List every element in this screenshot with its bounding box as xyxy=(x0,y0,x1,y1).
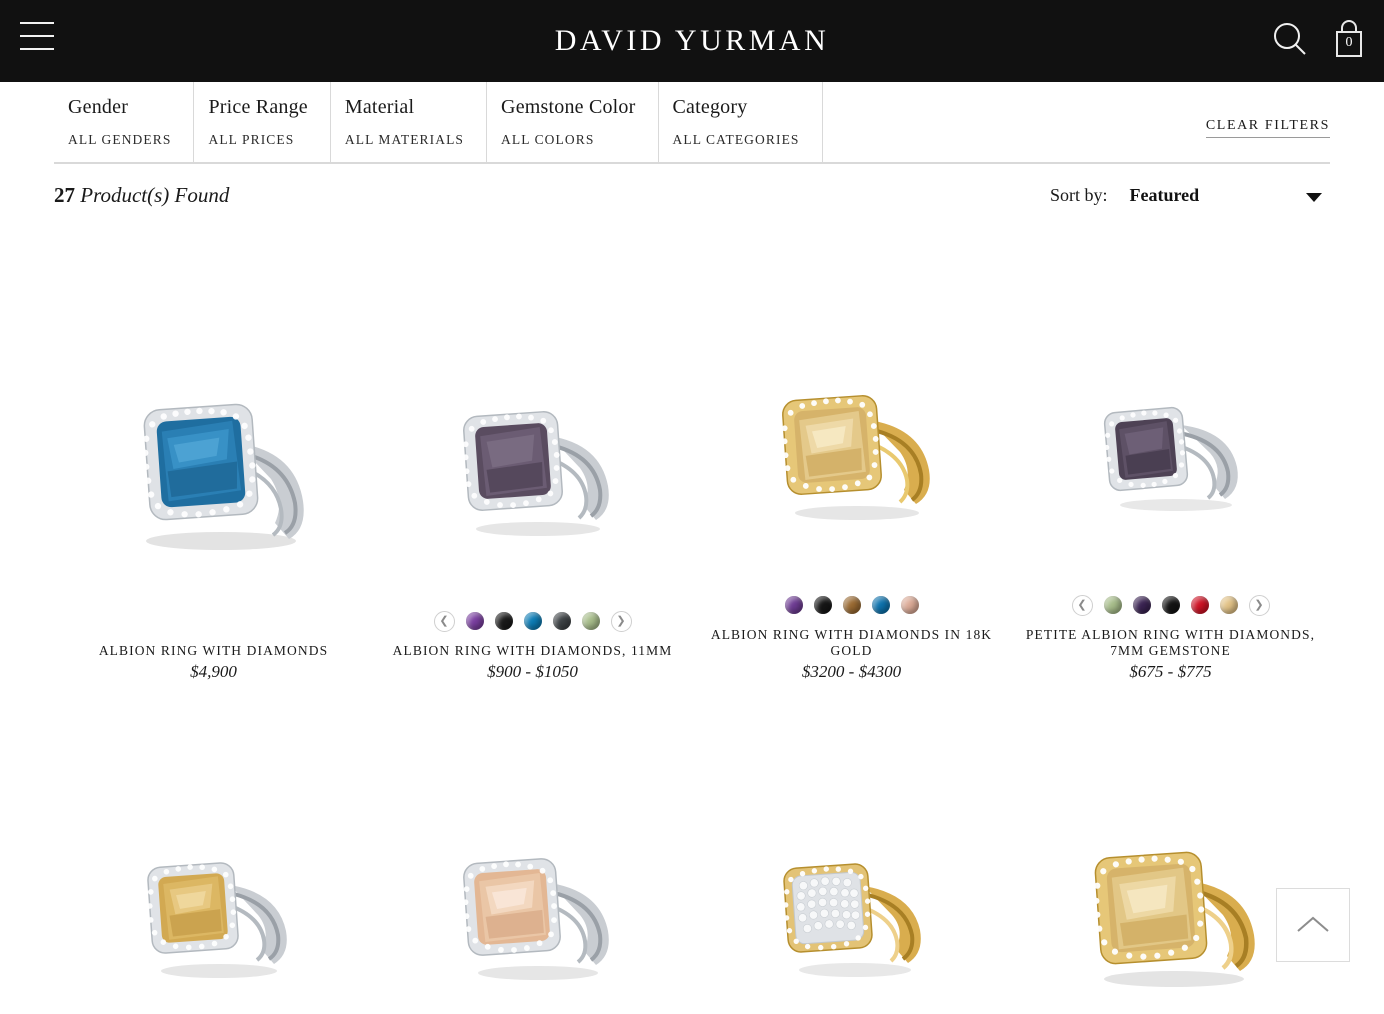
filter-category[interactable]: Category ALL CATEGORIES xyxy=(659,82,823,162)
swatch[interactable] xyxy=(581,612,600,631)
swatch[interactable] xyxy=(1219,596,1238,615)
brand-logo[interactable]: DAVID YURMAN xyxy=(0,24,1384,58)
product-grid: ALBION RING WITH DIAMONDS $4,900 ❮ ❯ ALB… xyxy=(54,226,1330,1014)
sort-selected-value[interactable]: Featured xyxy=(1130,185,1200,206)
swatch[interactable] xyxy=(784,596,803,615)
swatch-row xyxy=(784,590,919,620)
swatch-row: ❮ ❯ xyxy=(1071,590,1270,620)
swatch[interactable] xyxy=(494,612,513,631)
product-title[interactable]: ALBION RING WITH DIAMONDS IN 18K GOLD xyxy=(707,627,997,659)
swatch-prev-arrow[interactable]: ❮ xyxy=(1071,594,1093,616)
swatch-next-arrow[interactable]: ❯ xyxy=(610,610,632,632)
product-image[interactable] xyxy=(1011,320,1330,590)
clear-filters-button[interactable]: CLEAR FILTERS xyxy=(1205,118,1330,138)
filter-bar: Gender ALL GENDERS Price Range ALL PRICE… xyxy=(54,82,1330,164)
filter-title: Category xyxy=(672,96,748,118)
product-image[interactable] xyxy=(692,320,1011,590)
pave-diamond-gold-albion-ring-icon xyxy=(782,862,921,977)
swatch[interactable] xyxy=(871,596,890,615)
champagne-citrine-gold-albion-ring-icon xyxy=(781,395,930,521)
gold-dome-silver-albion-ring-icon xyxy=(146,862,287,979)
chevron-down-icon[interactable] xyxy=(1306,192,1322,202)
filter-title: Price Range xyxy=(208,96,308,118)
product-card: ALBION RING WITH DIAMONDS $4,900 xyxy=(54,226,373,688)
swatch-prev-arrow[interactable]: ❮ xyxy=(433,610,455,632)
swatch[interactable] xyxy=(1103,596,1122,615)
swatch[interactable] xyxy=(1161,596,1180,615)
chevron-up-icon xyxy=(1297,916,1329,932)
filter-title: Gender xyxy=(68,96,129,118)
swatch[interactable] xyxy=(552,612,571,631)
swatch[interactable] xyxy=(900,596,919,615)
product-image[interactable] xyxy=(54,336,373,606)
product-price: $675 - $775 xyxy=(1129,662,1212,681)
product-title[interactable]: PETITE ALBION RING WITH DIAMONDS, 7MM GE… xyxy=(1026,627,1316,659)
blue-topaz-albion-ring-icon xyxy=(141,403,304,551)
product-price: $900 - $1050 xyxy=(487,662,578,681)
product-image[interactable] xyxy=(373,336,692,606)
product-title[interactable]: ALBION RING WITH DIAMONDS, 11MM xyxy=(393,643,673,659)
filter-price-range[interactable]: Price Range ALL PRICES xyxy=(194,82,331,162)
product-image[interactable] xyxy=(373,782,692,1014)
product-price: $4,900 xyxy=(190,662,237,681)
filter-gemstone-color[interactable]: Gemstone Color ALL COLORS xyxy=(487,82,659,162)
product-title[interactable]: ALBION RING WITH DIAMONDS xyxy=(99,643,328,659)
filter-gender[interactable]: Gender ALL GENDERS xyxy=(54,82,195,162)
product-card: ALBION RING WITH DIAMONDS AND 18K GOLD, … xyxy=(373,688,692,1014)
header-actions: 0 xyxy=(1270,18,1366,60)
black-orchid-petite-albion-ring-icon xyxy=(1103,407,1238,512)
product-price: $3200 - $4300 xyxy=(801,662,902,681)
swatch-next-arrow[interactable]: ❯ xyxy=(1248,594,1270,616)
filter-value: ALL MATERIALS xyxy=(344,132,465,147)
swatch[interactable] xyxy=(813,596,832,615)
swatch[interactable] xyxy=(842,596,861,615)
swatch[interactable] xyxy=(1190,596,1209,615)
champagne-citrine-large-gold-albion-ring-icon xyxy=(1093,851,1255,988)
morganite-silver-gold-albion-ring-icon xyxy=(462,857,609,980)
bag-count: 0 xyxy=(1345,35,1353,50)
swatch[interactable] xyxy=(1132,596,1151,615)
product-image[interactable] xyxy=(692,782,1011,1014)
filter-value: ALL PRICES xyxy=(208,132,295,147)
back-to-top-button[interactable] xyxy=(1276,888,1350,962)
filter-value: ALL CATEGORIES xyxy=(672,132,800,147)
product-card: ALBION RING WITH DIAMONDS IN 18K GOLD, 1… xyxy=(1011,688,1330,1014)
swatch[interactable] xyxy=(523,612,542,631)
product-image[interactable] xyxy=(54,782,373,1014)
product-card: ALBION RING WITH DIAMONDS AND 18K GOLD $… xyxy=(54,688,373,1014)
swatch[interactable] xyxy=(465,612,484,631)
sort-label: Sort by: xyxy=(1050,184,1108,205)
filter-title: Material xyxy=(344,96,415,118)
swatch-row: ❮ ❯ xyxy=(433,606,632,636)
filter-title: Gemstone Color xyxy=(501,96,636,118)
product-count-suffix: Product(s) Found xyxy=(75,182,230,207)
site-header: DAVID YURMAN 0 xyxy=(0,0,1384,82)
sort-control[interactable]: Sort by: Featured xyxy=(1050,185,1330,206)
shopping-bag-icon[interactable]: 0 xyxy=(1332,18,1366,60)
search-icon[interactable] xyxy=(1270,19,1310,59)
filter-value: ALL COLORS xyxy=(501,132,595,147)
results-bar: 27 Product(s) Found Sort by: Featured xyxy=(54,164,1330,226)
product-card: ALBION RING WITH DIAMONDS IN 18K GOLD, 1… xyxy=(692,688,1011,1014)
filter-value: ALL GENDERS xyxy=(68,132,172,147)
product-card: ❮ ❯ PETITE ALBION RING WITH DIAMONDS, 7M… xyxy=(1011,226,1330,688)
black-orchid-albion-ring-icon xyxy=(462,411,609,537)
filter-material[interactable]: Material ALL MATERIALS xyxy=(331,82,488,162)
product-card: ALBION RING WITH DIAMONDS IN 18K GOLD $3… xyxy=(692,226,1011,688)
product-count: 27 Product(s) Found xyxy=(54,183,229,208)
product-count-number: 27 xyxy=(54,182,75,207)
product-card: ❮ ❯ ALBION RING WITH DIAMONDS, 11MM $900… xyxy=(373,226,692,688)
